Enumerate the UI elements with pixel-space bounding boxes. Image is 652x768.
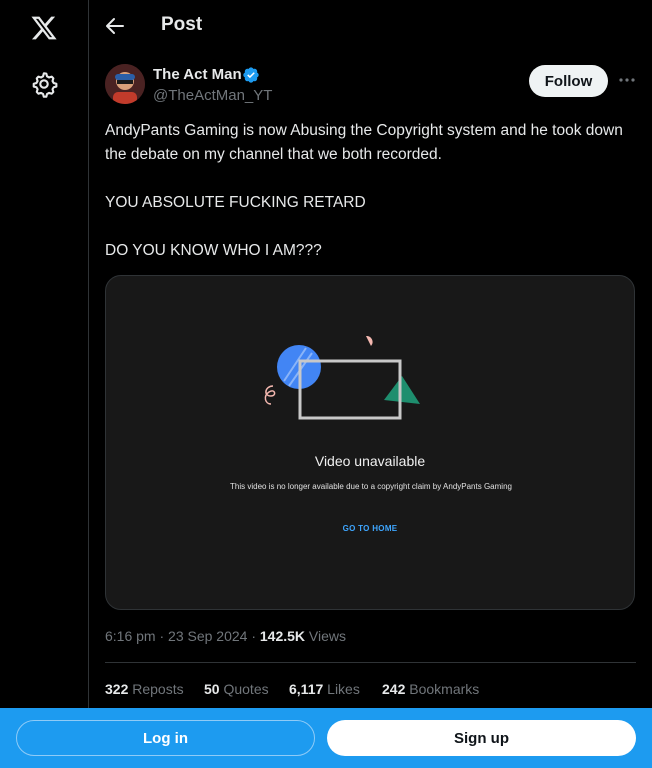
avatar-image [105, 64, 145, 104]
avatar[interactable] [105, 64, 145, 104]
reposts-label: Reposts [132, 681, 184, 697]
video-unavailable-illustration [264, 336, 420, 420]
likes-label: Likes [327, 681, 360, 697]
arrow-left-icon[interactable] [103, 14, 127, 38]
main-column: Post The Act Man @TheActMan_YT Follow An… [89, 0, 652, 768]
views-count: 142.5K [259, 628, 306, 644]
views-label: Views [308, 628, 347, 644]
quotes-count: 50 [204, 681, 220, 697]
verified-badge-icon [243, 67, 259, 83]
bookmarks-stat[interactable]: 242 Bookmarks [382, 681, 479, 697]
likes-stat[interactable]: 6,117 Likes [289, 681, 360, 697]
quotes-label: Quotes [223, 681, 269, 697]
bookmarks-label: Bookmarks [409, 681, 480, 697]
author-handle[interactable]: @TheActMan_YT [153, 87, 272, 104]
post-text-line: AndyPants Gaming is now Abusing the Copy… [105, 122, 623, 163]
video-unavailable-description: This video is no longer available due to… [230, 482, 512, 491]
signup-button[interactable]: Sign up [327, 720, 636, 756]
follow-button[interactable]: Follow [529, 65, 608, 97]
post-text: AndyPants Gaming is now Abusing the Copy… [105, 119, 625, 263]
bookmarks-count: 242 [382, 681, 406, 697]
post-metadata: 6:16 pm · 23 Sep 2024 · 142.5K Views [105, 628, 346, 644]
post-text-line: YOU ABSOLUTE FUCKING RETARD [105, 194, 366, 211]
video-unavailable-title: Video unavailable [314, 453, 426, 469]
left-nav-rail [0, 0, 89, 768]
divider [105, 662, 636, 663]
author-name[interactable]: The Act Man [153, 66, 242, 83]
quotes-stat[interactable]: 50 Quotes [204, 681, 269, 697]
likes-count: 6,117 [289, 681, 324, 697]
go-to-home-link[interactable]: GO TO HOME [106, 524, 634, 533]
login-button[interactable]: Log in [16, 720, 315, 756]
gear-icon[interactable] [30, 70, 58, 98]
embedded-video[interactable]: Video unavailable This video is no longe… [105, 275, 635, 610]
more-horizontal-icon[interactable] [617, 70, 637, 90]
post-timestamp[interactable]: 6:16 pm · 23 Sep 2024 · [105, 628, 260, 644]
x-logo-icon[interactable] [30, 14, 58, 42]
reposts-count: 322 [105, 681, 129, 697]
post-text-line: DO YOU KNOW WHO I AM??? [105, 242, 322, 259]
page-title: Post [161, 14, 203, 35]
reposts-stat[interactable]: 322 Reposts [105, 681, 184, 697]
page-header: Post [89, 0, 652, 52]
login-signup-bar: Log in Sign up [0, 708, 652, 768]
